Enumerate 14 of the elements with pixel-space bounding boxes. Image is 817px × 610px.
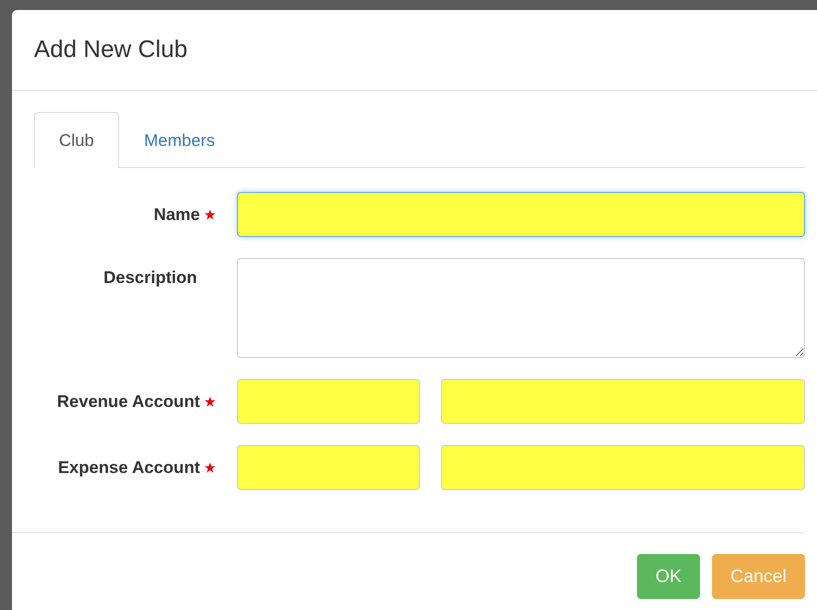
tab[interactable]: Club: [34, 112, 119, 168]
account-code-field[interactable]: [237, 445, 420, 490]
tab[interactable]: Members: [118, 112, 240, 168]
field-label: Revenue Account: [57, 392, 200, 412]
field-label: Name: [154, 204, 200, 224]
field-label: Description: [103, 268, 197, 288]
description-field[interactable]: [237, 258, 805, 358]
field-label: Expense Account: [58, 458, 200, 478]
account-name-field[interactable]: [441, 379, 805, 424]
account-name-field[interactable]: [441, 445, 805, 490]
ok-button[interactable]: OK: [637, 554, 700, 599]
account-code-field[interactable]: [237, 379, 420, 424]
name-field[interactable]: [237, 192, 805, 237]
dialog-title: Add New Club: [34, 35, 188, 65]
